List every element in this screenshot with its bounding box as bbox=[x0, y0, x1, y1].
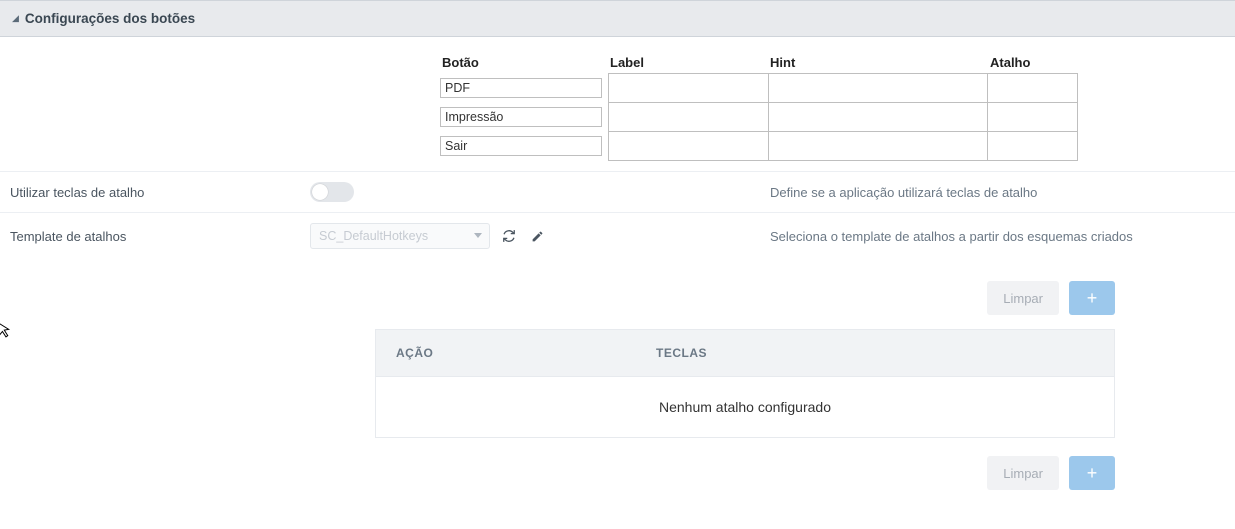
action-bar-2: Limpar + bbox=[0, 438, 1235, 504]
shortcut-head: AÇÃO TECLAS bbox=[376, 330, 1114, 376]
atalho-input-2[interactable] bbox=[988, 135, 1071, 157]
add-button-2[interactable]: + bbox=[1069, 456, 1115, 490]
button-config-table-wrap: Botão Label Hint Atalho bbox=[0, 37, 1235, 171]
th-acao: AÇÃO bbox=[396, 346, 656, 360]
shortcut-empty: Nenhum atalho configurado bbox=[376, 376, 1114, 437]
hint-input-1[interactable] bbox=[769, 106, 982, 128]
th-botao: Botão bbox=[440, 53, 608, 73]
edit-icon[interactable] bbox=[528, 227, 546, 245]
label-input-2[interactable] bbox=[609, 135, 762, 157]
botao-input-2[interactable] bbox=[440, 136, 602, 156]
collapse-icon: ◢ bbox=[12, 13, 19, 24]
lha-grid bbox=[608, 73, 1078, 161]
use-hotkeys-desc: Define se a aplicação utilizará teclas d… bbox=[770, 185, 1225, 200]
atalho-input-0[interactable] bbox=[988, 77, 1071, 99]
panel-title: Configurações dos botões bbox=[25, 11, 195, 26]
use-hotkeys-label: Utilizar teclas de atalho bbox=[10, 185, 310, 200]
template-select[interactable]: SC_DefaultHotkeys bbox=[310, 223, 490, 249]
clear-button-2[interactable]: Limpar bbox=[987, 456, 1059, 490]
hint-input-2[interactable] bbox=[769, 135, 982, 157]
th-teclas: TECLAS bbox=[656, 346, 707, 360]
th-label: Label bbox=[608, 53, 768, 73]
refresh-icon[interactable] bbox=[500, 227, 518, 245]
botao-input-1[interactable] bbox=[440, 107, 602, 127]
row-use-hotkeys: Utilizar teclas de atalho Define se a ap… bbox=[0, 171, 1235, 212]
th-atalho: Atalho bbox=[988, 53, 1078, 73]
use-hotkeys-toggle[interactable] bbox=[310, 182, 354, 202]
clear-button-1[interactable]: Limpar bbox=[987, 281, 1059, 315]
template-label: Template de atalhos bbox=[10, 229, 310, 244]
button-config-table: Botão Label Hint Atalho bbox=[440, 53, 1078, 161]
row-template: Template de atalhos SC_DefaultHotkeys Se… bbox=[0, 212, 1235, 259]
th-hint: Hint bbox=[768, 53, 988, 73]
hint-input-0[interactable] bbox=[769, 77, 982, 99]
shortcut-box: AÇÃO TECLAS Nenhum atalho configurado bbox=[375, 329, 1115, 438]
action-bar-1: Limpar + bbox=[0, 259, 1235, 329]
template-desc: Seleciona o template de atalhos a partir… bbox=[770, 229, 1225, 244]
atalho-input-1[interactable] bbox=[988, 106, 1071, 128]
panel-header[interactable]: ◢ Configurações dos botões bbox=[0, 0, 1235, 37]
botao-input-0[interactable] bbox=[440, 78, 602, 98]
label-input-0[interactable] bbox=[609, 77, 762, 99]
add-button-1[interactable]: + bbox=[1069, 281, 1115, 315]
label-input-1[interactable] bbox=[609, 106, 762, 128]
